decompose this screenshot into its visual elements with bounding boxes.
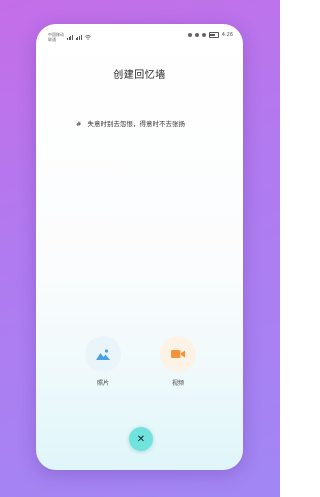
wifi-icon (84, 34, 91, 40)
carrier-info: 中国移动 联通 (48, 32, 64, 42)
close-icon: ✕ (136, 433, 146, 445)
vibrate-icon (194, 33, 199, 37)
video-camera-icon (171, 350, 185, 358)
carrier-name-secondary: 联通 (48, 37, 56, 42)
status-right: 4:26 (187, 32, 233, 38)
photo-option-circle[interactable] (85, 336, 121, 372)
phone-frame: 中国移动 联通 4:26 创建回忆墙 # 失意时别去怨恨，得意时不去张扬 照片 … (36, 24, 243, 470)
signal-icon (67, 34, 73, 40)
signal-icon-secondary (75, 34, 82, 40)
video-option-circle[interactable] (160, 336, 196, 372)
status-left: 中国移动 联通 (48, 32, 91, 42)
video-option-label: 视频 (171, 380, 184, 387)
status-bar: 中国移动 联通 4:26 (36, 24, 243, 46)
close-button[interactable]: ✕ (129, 427, 153, 451)
hint-text-row: # 失意时别去怨恨，得意时不去张扬 (76, 118, 185, 128)
landscape-image-icon (96, 348, 110, 360)
video-option-button[interactable]: 视频 (158, 336, 198, 387)
photo-option-button[interactable]: 照片 (83, 336, 123, 387)
alarm-icon (201, 33, 206, 37)
app-background: 中国移动 联通 4:26 创建回忆墙 # 失意时别去怨恨，得意时不去张扬 照片 … (0, 0, 280, 497)
hashtag-symbol: # (76, 120, 82, 128)
eye-icon (187, 33, 192, 37)
status-time: 4:26 (221, 32, 233, 38)
photo-option-label: 照片 (96, 380, 109, 387)
page-title: 创建回忆墙 (113, 70, 166, 81)
battery-icon (208, 32, 219, 38)
hint-text: 失意时别去怨恨，得意时不去张扬 (87, 120, 185, 128)
